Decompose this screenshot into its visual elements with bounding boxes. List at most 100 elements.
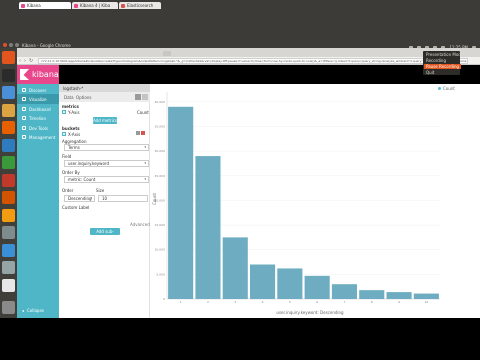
address-bar[interactable]: 172.21.0.10:5601/app/kibana#/visualize/c… bbox=[38, 58, 468, 64]
tab-kibana[interactable]: Kibana bbox=[19, 2, 71, 9]
forward-icon[interactable]: › bbox=[24, 58, 26, 64]
x-axis-toggle[interactable] bbox=[62, 132, 66, 136]
x-tick-label: 6 bbox=[316, 300, 318, 304]
aggregation-select[interactable]: Terms ▾ bbox=[64, 144, 149, 151]
impress-icon[interactable] bbox=[2, 173, 15, 187]
window-close-button[interactable] bbox=[3, 43, 7, 47]
menu-item-pause-recording[interactable]: Pause Recording bbox=[424, 64, 462, 69]
y-tick-label: 25,000 bbox=[155, 174, 166, 178]
order-value: Descending bbox=[68, 196, 92, 201]
nav-timelion[interactable]: Timelion bbox=[17, 113, 59, 123]
chevron-down-icon: ▾ bbox=[144, 161, 146, 165]
bar[interactable] bbox=[304, 275, 330, 299]
size-input[interactable]: 10 bbox=[98, 195, 148, 202]
nav-management[interactable]: Management bbox=[17, 132, 59, 142]
legend-toggle[interactable]: Count bbox=[438, 86, 455, 91]
nav-label: Dashboard bbox=[29, 106, 51, 112]
bar[interactable] bbox=[386, 292, 412, 299]
chevron-down-icon: ▾ bbox=[90, 196, 92, 200]
y-axis-label: Y-Axis bbox=[68, 110, 80, 115]
size-label: Size bbox=[96, 188, 105, 193]
order-select[interactable]: Descending ▾ bbox=[64, 195, 95, 202]
desktop: Kibana - Google Chrome 11:25 PM Kibana K… bbox=[0, 0, 480, 360]
discard-changes-button[interactable] bbox=[142, 94, 148, 100]
tab-label: Elasticsearch bbox=[127, 3, 154, 8]
order-by-select[interactable]: metric: Count ▾ bbox=[64, 176, 149, 183]
x-tick-label: 1 bbox=[180, 300, 182, 304]
chrome-icon[interactable] bbox=[2, 86, 15, 99]
y-tick-label: 10,000 bbox=[155, 248, 166, 252]
index-pattern-title: logstash-* bbox=[63, 86, 84, 91]
tab-label: Kibana bbox=[27, 3, 41, 8]
x-tick-label: 4 bbox=[262, 300, 264, 304]
y-tick-label: 0 bbox=[163, 297, 165, 301]
letterbox-bottom bbox=[0, 318, 480, 360]
writer-icon[interactable] bbox=[2, 138, 15, 152]
terminal-icon[interactable] bbox=[2, 68, 15, 82]
text-editor-icon[interactable] bbox=[2, 278, 15, 292]
kibana-favicon-icon bbox=[74, 4, 78, 8]
firefox-icon[interactable] bbox=[2, 121, 15, 134]
add-sub-buckets-button[interactable]: Add sub-buckets bbox=[90, 228, 120, 241]
nav-label: Timelion bbox=[29, 115, 46, 121]
bar[interactable] bbox=[168, 106, 194, 300]
order-by-value: metric: Count bbox=[68, 177, 96, 182]
ubuntu-icon[interactable] bbox=[2, 51, 15, 64]
bar[interactable] bbox=[195, 156, 221, 299]
count-label: Count bbox=[137, 110, 149, 115]
window-maximize-button[interactable] bbox=[15, 43, 19, 47]
nav-visualize[interactable]: Visualize bbox=[17, 94, 59, 104]
remove-agg-icon[interactable] bbox=[141, 131, 145, 135]
kibana-brand: kibana bbox=[32, 70, 59, 79]
tab-options[interactable]: Options bbox=[76, 95, 91, 100]
nav-label: Dev Tools bbox=[29, 125, 49, 131]
bar[interactable] bbox=[331, 284, 358, 299]
metrics-section-title: metrics bbox=[62, 104, 79, 109]
field-label: Field bbox=[62, 154, 72, 159]
bar[interactable] bbox=[249, 264, 276, 300]
nav-label: Discover bbox=[29, 87, 47, 93]
x-tick-label: 10 bbox=[424, 300, 428, 304]
collapse-label: Collapse bbox=[27, 307, 45, 313]
bar[interactable] bbox=[277, 268, 303, 299]
reload-icon[interactable]: ↻ bbox=[29, 58, 33, 64]
collapse-icon: ◂ bbox=[22, 307, 25, 313]
back-icon[interactable]: ‹ bbox=[19, 58, 21, 64]
y-axis-toggle[interactable] bbox=[62, 110, 66, 114]
collapse-sidebar-button[interactable]: ◂ Collapse bbox=[17, 305, 59, 315]
bar[interactable] bbox=[359, 290, 385, 299]
new-tab-button[interactable] bbox=[163, 51, 171, 56]
x-tick-label: 8 bbox=[371, 300, 373, 304]
chevron-down-icon: ▾ bbox=[144, 145, 146, 149]
software-center-icon[interactable] bbox=[2, 191, 15, 204]
tab-data[interactable]: Data bbox=[64, 95, 74, 100]
add-metrics-button[interactable]: Add metrics bbox=[93, 117, 117, 124]
system-icon[interactable] bbox=[2, 261, 15, 274]
y-tick-label: 5,000 bbox=[156, 272, 165, 276]
gear-icon bbox=[22, 135, 26, 139]
tab-kibana-docs[interactable]: Kibana 4 | Kiba bbox=[72, 2, 118, 9]
timelion-icon bbox=[22, 116, 26, 120]
menu-item-recording[interactable]: Recording bbox=[426, 58, 446, 63]
files-icon[interactable] bbox=[2, 103, 15, 117]
advanced-toggle[interactable]: Advanced bbox=[130, 222, 150, 227]
bar[interactable] bbox=[413, 293, 439, 299]
menu-item-presentation-mode[interactable]: Presentation Mode bbox=[426, 52, 463, 57]
settings-icon[interactable] bbox=[2, 226, 15, 239]
nav-buttons: ‹ › ↻ bbox=[19, 58, 33, 64]
trash-icon[interactable] bbox=[2, 301, 15, 314]
tab-label: Kibana 4 | Kiba bbox=[80, 3, 111, 8]
apply-changes-button[interactable] bbox=[135, 94, 141, 100]
menu-item-quit[interactable]: Quit bbox=[426, 70, 434, 75]
legend-color-swatch bbox=[438, 87, 441, 90]
field-select[interactable]: user.inquiry.keyword ▾ bbox=[64, 160, 149, 167]
wrench-icon bbox=[22, 126, 26, 130]
chromium-icon[interactable] bbox=[2, 243, 15, 257]
kibana-logo[interactable]: kibana bbox=[17, 65, 59, 84]
calc-icon[interactable] bbox=[2, 156, 15, 169]
bar[interactable] bbox=[222, 237, 248, 299]
tab-elasticsearch[interactable]: Elasticsearch bbox=[119, 2, 161, 9]
window-minimize-button[interactable] bbox=[9, 43, 13, 47]
toggle-agg-icon[interactable] bbox=[136, 131, 140, 135]
amazon-icon[interactable] bbox=[2, 208, 15, 222]
